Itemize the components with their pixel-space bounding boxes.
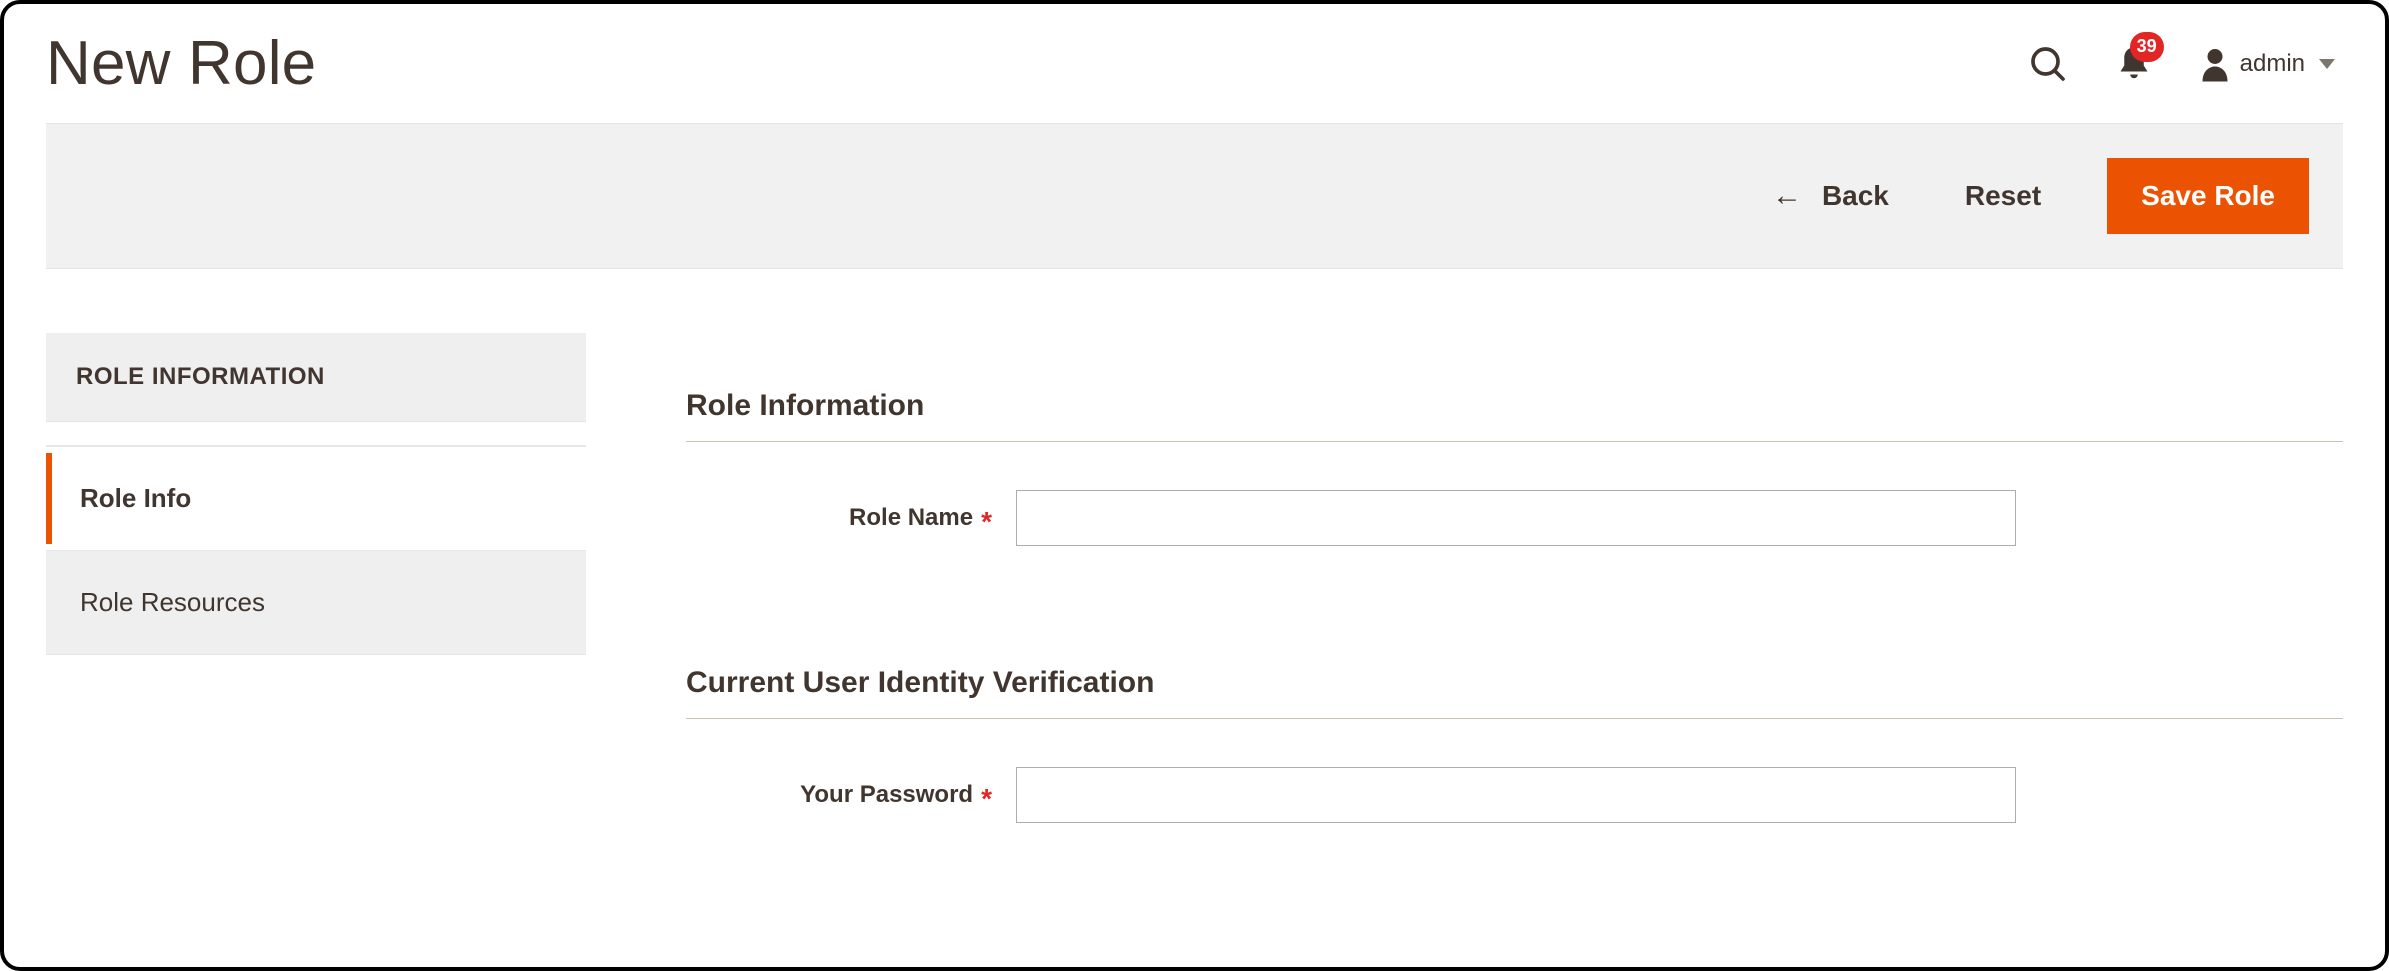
notifications-button[interactable]: 39	[2116, 44, 2152, 84]
required-asterisk: *	[981, 785, 992, 813]
role-name-label: Role Name *	[686, 504, 1016, 532]
back-button-label: Back	[1822, 180, 1889, 212]
form-row-role-name: Role Name *	[686, 490, 2343, 546]
sidebar-spacer	[46, 422, 586, 446]
password-label: Your Password *	[686, 781, 1016, 809]
password-input[interactable]	[1016, 767, 2016, 823]
tab-role-info[interactable]: Role Info	[46, 446, 586, 551]
user-menu[interactable]: admin	[2200, 46, 2335, 82]
main-panel: Role Information Role Name * Current Use…	[686, 333, 2343, 823]
page-header: New Role 39	[46, 28, 2343, 123]
role-name-input[interactable]	[1016, 490, 2016, 546]
search-icon	[2028, 44, 2068, 84]
required-asterisk: *	[981, 508, 992, 536]
section-title-identity-verification: Current User Identity Verification	[686, 666, 2343, 719]
reset-button[interactable]: Reset	[1955, 166, 2051, 226]
user-icon	[2200, 46, 2230, 82]
arrow-left-icon: ←	[1772, 181, 1802, 211]
notification-badge: 39	[2130, 32, 2164, 62]
page-title: New Role	[46, 28, 316, 99]
save-role-button[interactable]: Save Role	[2107, 158, 2309, 234]
caret-down-icon	[2319, 59, 2335, 69]
user-name-label: admin	[2240, 50, 2305, 78]
back-button[interactable]: ← Back	[1762, 166, 1899, 226]
section-title-role-information: Role Information	[686, 389, 2343, 442]
role-name-label-text: Role Name	[849, 504, 973, 532]
page-frame: New Role 39	[0, 0, 2389, 971]
tab-role-resources[interactable]: Role Resources	[46, 551, 586, 655]
action-bar: ← Back Reset Save Role	[46, 123, 2343, 269]
form-row-password: Your Password *	[686, 767, 2343, 823]
sidebar: ROLE INFORMATION Role Info Role Resource…	[46, 333, 586, 823]
password-label-text: Your Password	[800, 781, 973, 809]
header-icon-group: 39 admin	[2028, 44, 2343, 84]
sidebar-group-title: ROLE INFORMATION	[46, 333, 586, 422]
search-button[interactable]	[2028, 44, 2068, 84]
content-columns: ROLE INFORMATION Role Info Role Resource…	[46, 333, 2343, 823]
